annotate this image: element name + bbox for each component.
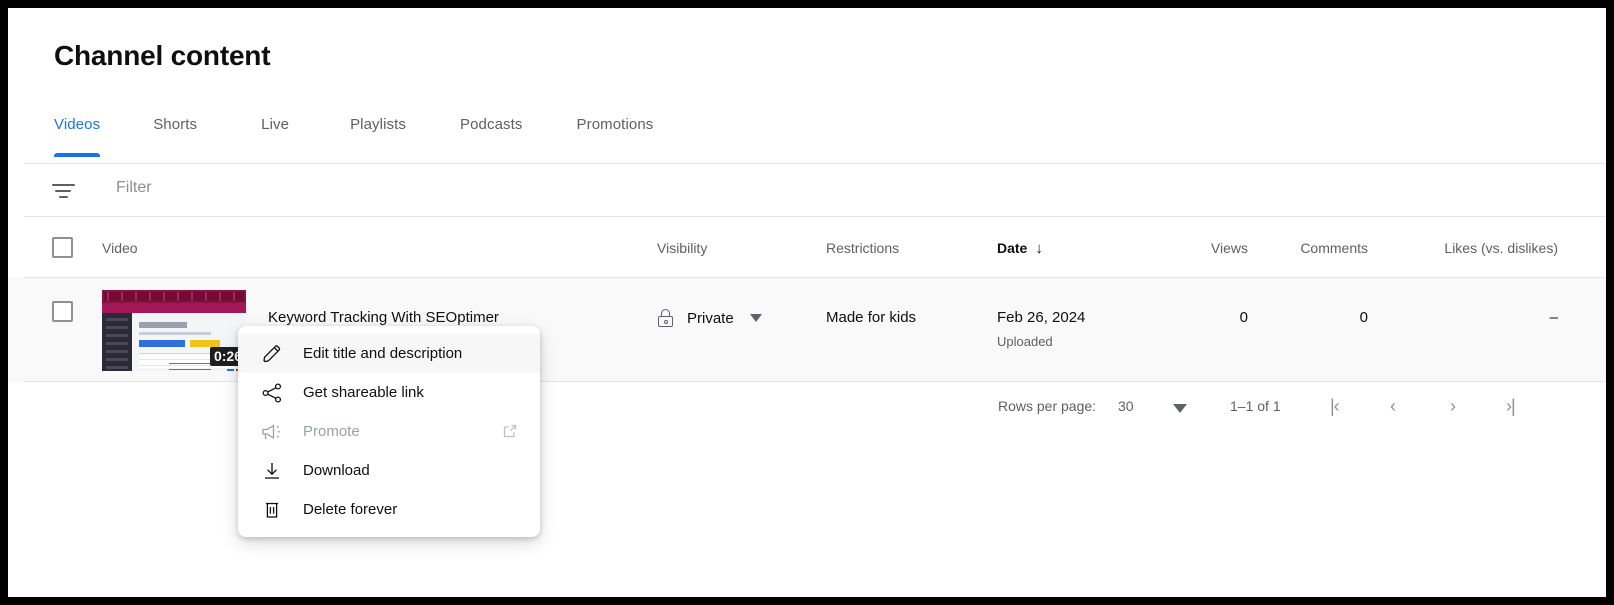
pagination-range: 1–1 of 1 xyxy=(1230,398,1281,414)
menu-item-label: Download xyxy=(303,462,370,479)
download-icon xyxy=(260,459,284,483)
sort-desc-icon: ↓ xyxy=(1035,240,1043,257)
menu-item-label: Edit title and description xyxy=(303,345,462,362)
first-page-button[interactable]: |‹ xyxy=(1330,396,1339,417)
table-header-row: Video Visibility Restrictions Date ↓ View… xyxy=(8,217,1606,278)
tab-label: Playlists xyxy=(350,116,406,133)
external-link-icon xyxy=(502,423,518,439)
previous-page-button[interactable]: ‹ xyxy=(1390,396,1395,417)
channel-content-page: Channel content Videos Shorts Live Playl… xyxy=(8,8,1606,597)
tab-videos[interactable]: Videos xyxy=(54,112,100,133)
column-header-date[interactable]: Date ↓ xyxy=(997,240,1043,257)
likes-value: – xyxy=(1378,309,1558,326)
video-thumbnail[interactable]: 0:26 xyxy=(102,290,246,371)
visibility-selector[interactable]: Private xyxy=(657,309,762,327)
restrictions-value: Made for kids xyxy=(826,309,916,326)
video-options-context-menu: Edit title and description Get shareable… xyxy=(238,326,540,537)
column-header-visibility[interactable]: Visibility xyxy=(657,240,707,256)
chevron-down-icon[interactable] xyxy=(750,314,762,322)
menu-item-delete-forever[interactable]: Delete forever xyxy=(238,490,540,529)
rows-per-page-value[interactable]: 30 xyxy=(1118,398,1134,414)
content-tabs: Videos Shorts Live Playlists Podcasts Pr… xyxy=(54,112,653,160)
select-all-checkbox[interactable] xyxy=(52,237,73,258)
column-header-restrictions[interactable]: Restrictions xyxy=(826,240,899,256)
megaphone-icon xyxy=(260,420,284,444)
menu-item-promote: Promote xyxy=(238,412,540,451)
trash-icon xyxy=(260,498,284,522)
tab-promotions[interactable]: Promotions xyxy=(577,112,654,133)
menu-item-get-shareable-link[interactable]: Get shareable link xyxy=(238,373,540,412)
tab-label: Live xyxy=(261,116,289,133)
filter-input[interactable] xyxy=(116,179,716,197)
visibility-value: Private xyxy=(687,310,734,327)
lock-icon xyxy=(657,309,674,327)
date-main: Feb 26, 2024 xyxy=(997,309,1085,326)
column-header-comments[interactable]: Comments xyxy=(1258,240,1368,256)
tab-podcasts[interactable]: Podcasts xyxy=(460,112,523,133)
column-header-likes[interactable]: Likes (vs. dislikes) xyxy=(1378,240,1558,256)
date-value: Feb 26, 2024 Uploaded xyxy=(997,309,1085,326)
menu-item-label: Delete forever xyxy=(303,501,397,518)
rows-per-page-label: Rows per page: xyxy=(998,398,1096,414)
tab-active-indicator xyxy=(54,153,100,157)
tab-label: Shorts xyxy=(153,116,197,133)
menu-item-label: Promote xyxy=(303,423,360,440)
filter-bar xyxy=(8,164,1606,216)
column-header-views[interactable]: Views xyxy=(1138,240,1248,256)
views-value: 0 xyxy=(1138,309,1248,326)
tab-label: Podcasts xyxy=(460,116,523,133)
date-sub: Uploaded xyxy=(997,334,1053,349)
rows-per-page-chevron-down-icon[interactable] xyxy=(1173,404,1187,413)
column-header-video[interactable]: Video xyxy=(102,240,138,256)
menu-item-download[interactable]: Download xyxy=(238,451,540,490)
last-page-button[interactable]: ›| xyxy=(1506,396,1515,417)
menu-item-edit-title-and-description[interactable]: Edit title and description xyxy=(238,334,540,373)
tab-live[interactable]: Live xyxy=(261,112,289,133)
comments-value[interactable]: 0 xyxy=(1258,309,1368,326)
menu-item-label: Get shareable link xyxy=(303,384,424,401)
tab-label: Promotions xyxy=(577,116,654,133)
row-checkbox[interactable] xyxy=(52,301,73,322)
next-page-button[interactable]: › xyxy=(1450,396,1455,417)
video-title[interactable]: Keyword Tracking With SEOptimer xyxy=(268,309,499,326)
pencil-icon xyxy=(260,342,284,366)
column-header-date-label: Date xyxy=(997,240,1027,256)
page-title: Channel content xyxy=(54,40,270,72)
share-icon xyxy=(260,381,284,405)
tab-shorts[interactable]: Shorts xyxy=(153,112,197,133)
filter-icon[interactable] xyxy=(52,180,76,202)
tab-playlists[interactable]: Playlists xyxy=(350,112,406,133)
tab-label: Videos xyxy=(54,116,100,133)
